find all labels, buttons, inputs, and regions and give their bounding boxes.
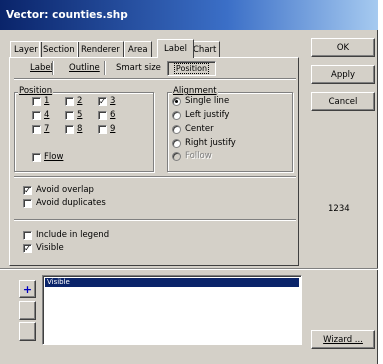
tab-section[interactable]: Section — [39, 41, 79, 57]
center-radio[interactable] — [172, 125, 181, 134]
position-4-checkbox[interactable] — [32, 111, 41, 120]
title-bar[interactable]: Vector: counties.shp — [0, 0, 378, 30]
dialog-window: Vector: counties.shp Layer Section Rende… — [0, 0, 378, 364]
subtab-position[interactable]: Position — [167, 61, 216, 76]
visible-checkbox[interactable]: ✓ — [23, 244, 32, 253]
center-label: Center — [185, 124, 214, 134]
apply-button[interactable]: Apply — [311, 65, 375, 84]
position-7-checkbox[interactable] — [32, 125, 41, 134]
position-9-checkbox[interactable] — [98, 125, 107, 134]
position-9-label: 9 — [110, 124, 116, 134]
position-6-label: 6 — [110, 110, 116, 120]
avoid-duplicates-checkbox[interactable] — [23, 199, 32, 208]
tab-label[interactable]: Label — [157, 39, 194, 58]
list-button-3[interactable] — [19, 322, 36, 341]
subtab-smart-size[interactable]: Smart size — [113, 60, 164, 76]
left-justify-label: Left justify — [185, 110, 230, 120]
follow-radio — [172, 152, 181, 161]
include-in-legend-label: Include in legend — [36, 230, 110, 240]
list-button-2[interactable] — [19, 301, 36, 320]
position-8-label: 8 — [77, 124, 83, 134]
avoid-overlap-checkbox[interactable]: ✓ — [23, 186, 32, 195]
position-1-label: 1 — [44, 96, 50, 106]
position-2-label: 2 — [77, 96, 83, 106]
tab-area[interactable]: Area — [124, 41, 152, 57]
position-2-checkbox[interactable] — [65, 97, 74, 106]
position-5-checkbox[interactable] — [65, 111, 74, 120]
alignment-group-title: Alignment — [172, 86, 218, 96]
right-justify-radio[interactable] — [172, 139, 181, 148]
position-3-label: 3 — [110, 96, 116, 106]
label-preview: 1234 — [328, 204, 350, 214]
avoid-duplicates-label: Avoid duplicates — [36, 198, 106, 208]
single-line-label: Single line — [185, 96, 230, 106]
subtab-outline[interactable]: Outline — [66, 60, 103, 76]
position-4-label: 4 — [44, 110, 50, 120]
add-symbol-button[interactable]: + — [19, 280, 36, 298]
flow-label: Flow — [44, 152, 64, 162]
left-justify-radio[interactable] — [172, 111, 181, 120]
position-1-checkbox[interactable] — [32, 97, 41, 106]
position-8-checkbox[interactable] — [65, 125, 74, 134]
single-line-radio[interactable] — [172, 97, 181, 106]
tab-layer[interactable]: Layer — [10, 41, 42, 57]
position-7-label: 7 — [44, 124, 50, 134]
position-5-label: 5 — [77, 110, 83, 120]
tab-renderer[interactable]: Renderer — [77, 41, 124, 57]
window-title: Vector: counties.shp — [6, 9, 128, 21]
cancel-button[interactable]: Cancel — [311, 92, 375, 111]
symbol-list[interactable]: Visible — [42, 275, 302, 345]
position-group-title: Position — [18, 86, 54, 96]
ok-button[interactable]: OK — [311, 38, 375, 57]
include-in-legend-checkbox[interactable] — [23, 231, 32, 240]
follow-label: Follow — [185, 151, 212, 161]
avoid-overlap-label: Avoid overlap — [36, 185, 94, 195]
right-justify-label: Right justify — [185, 138, 236, 148]
position-3-checkbox[interactable]: ✓ — [98, 97, 107, 106]
visible-label: Visible — [36, 243, 64, 253]
flow-checkbox[interactable] — [32, 153, 41, 162]
wizard-button[interactable]: Wizard ... — [311, 330, 375, 349]
position-6-checkbox[interactable] — [98, 111, 107, 120]
list-item[interactable]: Visible — [45, 278, 299, 287]
